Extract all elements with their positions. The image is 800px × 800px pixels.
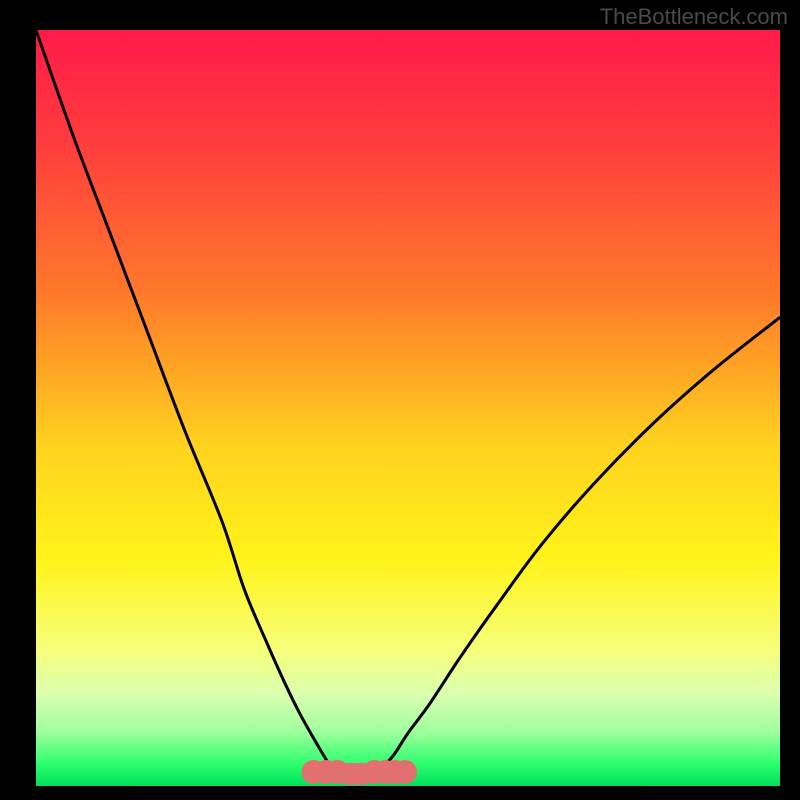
- watermark-text: TheBottleneck.com: [600, 4, 788, 30]
- valley-markers: [302, 760, 418, 785]
- valley-dot: [393, 760, 417, 784]
- bottleneck-chart: [0, 0, 800, 800]
- valley-bar: [337, 763, 374, 785]
